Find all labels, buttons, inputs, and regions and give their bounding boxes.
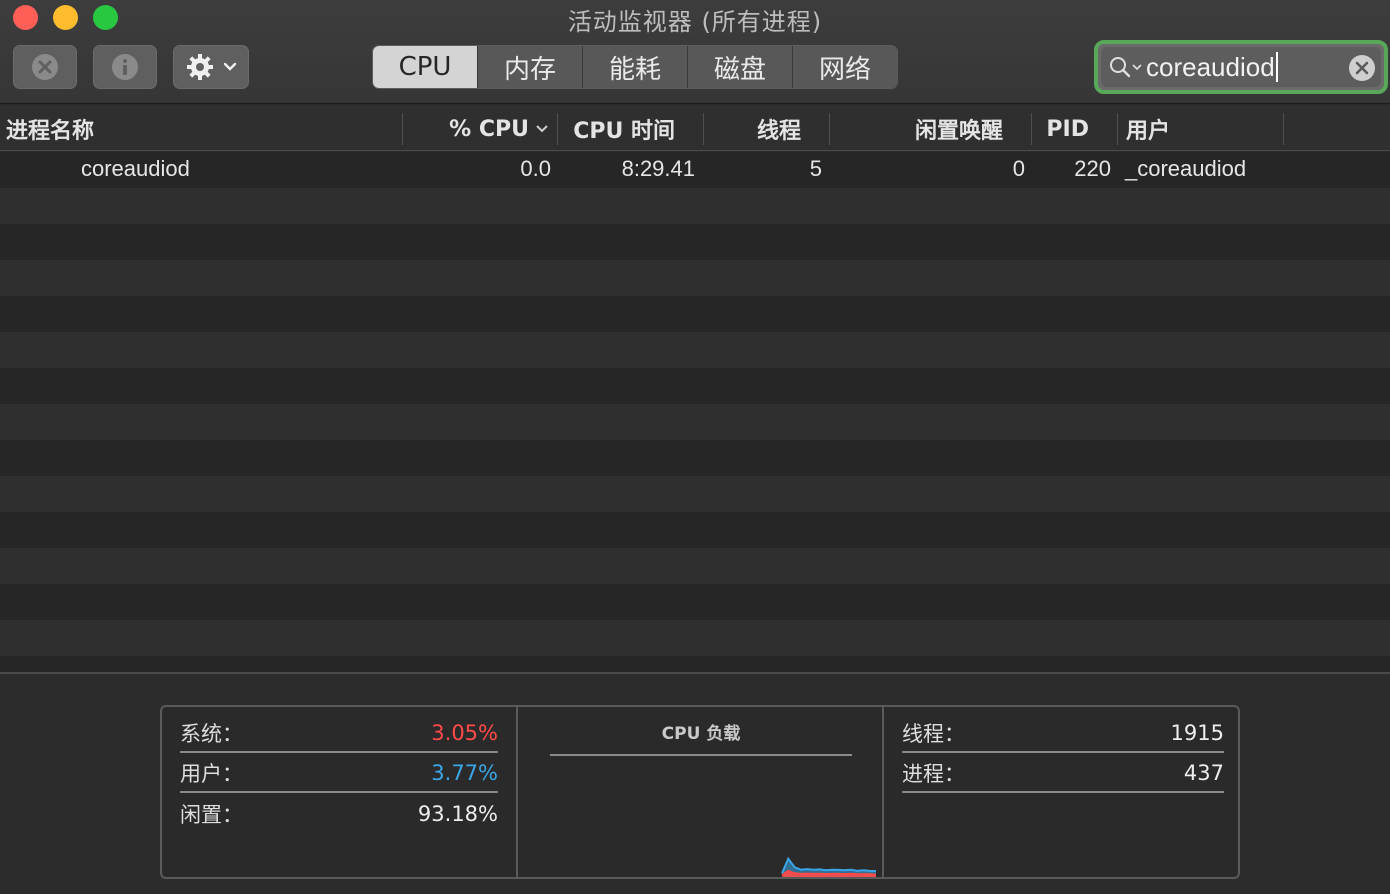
process-name-cell: coreaudiod (81, 156, 190, 181)
empty-row (0, 584, 1390, 620)
tab-cpu[interactable]: CPU (373, 46, 477, 88)
pid-cell: 220 (1074, 156, 1111, 181)
empty-row (0, 620, 1390, 656)
stop-process-button[interactable] (13, 45, 77, 89)
search-options[interactable] (1109, 56, 1142, 78)
empty-row (0, 188, 1390, 224)
threads-value: 1915 (1170, 721, 1224, 745)
column-cpu-percent[interactable]: % CPU (403, 113, 558, 145)
action-menu-button[interactable] (173, 45, 249, 89)
column-threads[interactable]: 线程 (704, 113, 830, 145)
idle-wake-ups-cell: 0 (1012, 156, 1025, 181)
search-input[interactable]: coreaudiod (1146, 52, 1278, 82)
summary-area: 系统： 3.05% 用户： 3.77% 闲置： 93.18% CPU 负载 线程… (0, 672, 1390, 894)
table-row[interactable]: coreaudiod 0.0 8:29.41 5 0 220 _coreaudi… (0, 152, 1390, 188)
tab-memory[interactable]: 内存 (477, 46, 582, 88)
threads-cell: 5 (809, 156, 822, 181)
processes-value: 437 (1183, 761, 1224, 785)
search-icon (1110, 57, 1131, 78)
empty-row (0, 332, 1390, 368)
empty-row (0, 548, 1390, 584)
empty-row (0, 512, 1390, 548)
user-cell: _coreaudiod (1125, 156, 1247, 181)
tab-disk[interactable]: 磁盘 (687, 46, 792, 88)
tab-energy[interactable]: 能耗 (582, 46, 687, 88)
column-pid[interactable]: PID (1032, 113, 1118, 145)
system-value: 3.05% (431, 721, 498, 745)
sort-descending-icon (536, 125, 548, 133)
table-header: 进程名称 % CPU CPU 时间 线程 闲置唤醒 PID 用户 (0, 105, 1390, 151)
empty-row (0, 656, 1390, 672)
inspect-process-button[interactable] (93, 45, 157, 89)
stop-process-icon (32, 54, 58, 80)
empty-row (0, 404, 1390, 440)
process-list: coreaudiod 0.0 8:29.41 5 0 220 _coreaudi… (0, 152, 1390, 672)
column-idle-wake-ups[interactable]: 闲置唤醒 (830, 113, 1032, 145)
chevron-down-icon (223, 62, 237, 71)
window-title: 活动监视器 (所有进程) (567, 8, 823, 36)
empty-row (0, 440, 1390, 476)
idle-stat: 闲置： 93.18% (180, 802, 498, 827)
info-icon (112, 54, 138, 80)
cpu-load-chart (781, 856, 877, 877)
tab-network[interactable]: 网络 (792, 46, 897, 88)
cpu-usage-pane: 系统： 3.05% 用户： 3.77% 闲置： 93.18% (162, 707, 518, 877)
system-stat: 系统： 3.05% (180, 715, 498, 753)
gear-icon (187, 54, 213, 80)
idle-value: 93.18% (417, 802, 498, 826)
threads-stat: 线程： 1915 (902, 715, 1224, 753)
column-user[interactable]: 用户 (1118, 113, 1284, 145)
empty-row (0, 476, 1390, 512)
chevron-down-icon (1132, 64, 1142, 71)
user-stat: 用户： 3.77% (180, 755, 498, 793)
process-count-pane: 线程： 1915 进程： 437 (884, 707, 1238, 877)
view-tabs: CPU 内存 能耗 磁盘 网络 (372, 45, 898, 89)
empty-row (0, 260, 1390, 296)
user-value: 3.77% (431, 761, 498, 785)
clear-search-button[interactable] (1349, 55, 1375, 81)
toolbar: 活动监视器 (所有进程) CPU 内存 能耗 磁盘 网络 coreaudiod (0, 0, 1390, 104)
cpu-time-cell: 8:29.41 (621, 156, 695, 181)
processes-stat: 进程： 437 (902, 755, 1224, 793)
cpu-summary-panel: 系统： 3.05% 用户： 3.77% 闲置： 93.18% CPU 负载 线程… (160, 705, 1240, 879)
column-cpu-time[interactable]: CPU 时间 (558, 113, 704, 145)
search-field[interactable]: coreaudiod (1094, 40, 1388, 94)
empty-row (0, 296, 1390, 332)
cpu-percent-cell: 0.0 (520, 156, 551, 181)
column-process-name[interactable]: 进程名称 (0, 113, 403, 145)
empty-row (0, 224, 1390, 260)
empty-row (0, 368, 1390, 404)
clear-icon (1355, 61, 1369, 75)
cpu-load-chart-pane: CPU 负载 (518, 707, 884, 877)
